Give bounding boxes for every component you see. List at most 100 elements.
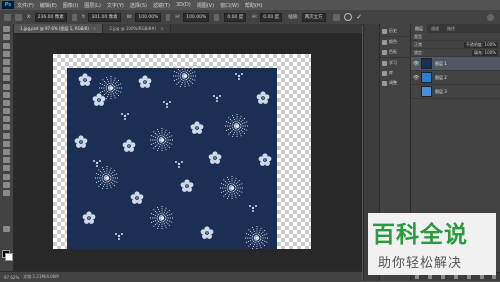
lasso-tool-icon[interactable] [3, 42, 10, 49]
adjustments-icon [382, 80, 387, 86]
zoom-level[interactable]: 97.62% [4, 275, 19, 280]
mask-icon[interactable] [441, 275, 446, 279]
skew-h-field[interactable]: 0.00 度 [260, 12, 283, 22]
quick-select-tool-icon[interactable] [3, 50, 10, 57]
skew-h-label: H: [252, 14, 258, 20]
group-icon[interactable] [466, 275, 471, 279]
new-layer-icon[interactable] [479, 275, 484, 279]
commit-transform-icon[interactable]: ✓ [356, 13, 363, 21]
more-tools-icon[interactable] [3, 189, 10, 196]
brush-tool-icon[interactable] [3, 83, 10, 90]
menu-help[interactable]: 帮助(H) [245, 2, 263, 9]
menu-window[interactable]: 窗口(W) [220, 2, 239, 9]
close-icon[interactable]: × [93, 26, 96, 31]
link-icon[interactable] [166, 13, 171, 21]
libraries-label: 库 [389, 70, 393, 75]
libraries-panel-button[interactable]: 库 [380, 68, 410, 78]
trash-icon[interactable] [492, 275, 497, 279]
blur-tool-icon[interactable] [3, 124, 10, 131]
rectangle-tool-icon[interactable] [3, 165, 10, 172]
y-field[interactable]: 301.00 像素 [88, 12, 121, 22]
layer-row[interactable]: 👁 图层 2 [411, 71, 500, 85]
layers-panel-tabs: 图层 通道 路径 [411, 24, 500, 33]
dodge-tool-icon[interactable] [3, 132, 10, 139]
fx-icon[interactable] [428, 275, 433, 279]
path-select-tool-icon[interactable] [3, 157, 10, 164]
gear-icon[interactable] [487, 13, 494, 21]
tab-layers[interactable]: 图层 [411, 24, 427, 33]
layer-row[interactable]: 👁 图层 1 [411, 57, 500, 71]
angle-icon [214, 13, 220, 21]
opacity-field[interactable]: 不透明度: 100% [463, 41, 498, 48]
tab-label: 1.jpg.psd @ 97.6% (图层 1, RGB/8) [20, 26, 89, 31]
zoom-tool-icon[interactable] [3, 181, 10, 188]
menu-view[interactable]: 视图(V) [197, 2, 214, 9]
kind-filter-select[interactable]: 类型 [414, 34, 422, 40]
width-field[interactable]: 100.00% [135, 12, 162, 22]
angle-field[interactable]: 0.00 度 [224, 12, 247, 22]
fabric-pattern [67, 68, 277, 249]
cancel-transform-icon[interactable] [343, 13, 352, 21]
tab-document-2[interactable]: 2.jpg @ 100%(RGB/8#) × [103, 24, 171, 33]
tab-channels[interactable]: 通道 [427, 24, 443, 33]
menu-edit[interactable]: 编辑(E) [40, 2, 57, 9]
triangle-icon[interactable] [71, 13, 77, 21]
history-brush-tool-icon[interactable] [3, 99, 10, 106]
eyedropper-tool-icon[interactable] [3, 67, 10, 74]
layer-name: 图层 2 [435, 74, 447, 80]
swatches-panel-button[interactable]: 色板 [380, 47, 410, 57]
adjustments-label: 调整 [389, 80, 397, 85]
reference-point-icon[interactable] [15, 13, 22, 21]
menu-filter[interactable]: 滤镜(T) [153, 2, 170, 9]
layer-thumbnail [421, 86, 432, 97]
document-info[interactable]: 文档:1.21M/4.06M [23, 274, 58, 280]
swatches-icon [382, 49, 387, 55]
menu-image[interactable]: 图像(I) [63, 2, 78, 9]
color-label: 颜色 [389, 39, 397, 44]
hand-tool-icon[interactable] [3, 173, 10, 180]
document-canvas[interactable] [53, 54, 311, 249]
menu-3d[interactable]: 3D(D) [176, 2, 191, 8]
adjustment-layer-icon[interactable] [453, 275, 458, 279]
menu-file[interactable]: 文件(F) [17, 2, 34, 9]
warp-icon[interactable] [332, 13, 340, 21]
gradient-tool-icon[interactable] [3, 116, 10, 123]
color-panel-button[interactable]: 颜色 [380, 36, 410, 47]
tab-document-1[interactable]: 1.jpg.psd @ 97.6% (图层 1, RGB/8) × [14, 24, 104, 33]
transform-tool-icon[interactable] [4, 13, 11, 21]
canvas-area[interactable] [14, 33, 362, 271]
quick-mask-icon[interactable] [3, 225, 10, 232]
clone-stamp-tool-icon[interactable] [3, 91, 10, 98]
status-bar: 97.62% 文档:1.21M/4.06M [0, 271, 362, 282]
pen-tool-icon[interactable] [3, 140, 10, 147]
eye-icon[interactable]: 👁 [413, 75, 419, 81]
menu-layer[interactable]: 图层(L) [84, 2, 101, 9]
fabric-image-layer[interactable] [67, 68, 277, 249]
tab-paths[interactable]: 路径 [443, 24, 459, 33]
adjustments-panel-button[interactable]: 调整 [380, 78, 410, 88]
link-layers-icon[interactable] [415, 275, 420, 279]
history-panel-button[interactable]: 历史 [380, 26, 410, 36]
lock-row: 锁定: 填充: 100% [411, 49, 500, 57]
move-tool-icon[interactable] [3, 26, 10, 33]
healing-brush-tool-icon[interactable] [3, 75, 10, 82]
learn-panel-button[interactable]: 学习 [380, 57, 410, 68]
menu-type[interactable]: 文字(Y) [107, 2, 124, 9]
layer-name: 图层 3 [435, 88, 447, 94]
close-icon[interactable]: × [160, 26, 163, 31]
layer-thumbnail [421, 58, 432, 69]
interpolation-select[interactable]: 两次立方 [301, 12, 326, 22]
height-field[interactable]: 100.00% [183, 12, 210, 22]
menu-select[interactable]: 选择(S) [130, 2, 147, 9]
layer-row[interactable]: 👁 图层 3 [411, 85, 500, 99]
eye-icon[interactable]: 👁 [413, 61, 419, 67]
x-field[interactable]: 236.00 像素 [34, 12, 67, 22]
background-color-swatch[interactable] [5, 253, 13, 261]
type-tool-icon[interactable] [3, 149, 10, 155]
w-label: W: [126, 14, 133, 20]
fill-field[interactable]: 填充: 100% [471, 49, 498, 56]
marquee-tool-icon[interactable] [3, 34, 10, 41]
crop-tool-icon[interactable] [3, 58, 10, 65]
blend-mode-select[interactable]: 正常 [414, 42, 422, 48]
eraser-tool-icon[interactable] [3, 108, 10, 115]
